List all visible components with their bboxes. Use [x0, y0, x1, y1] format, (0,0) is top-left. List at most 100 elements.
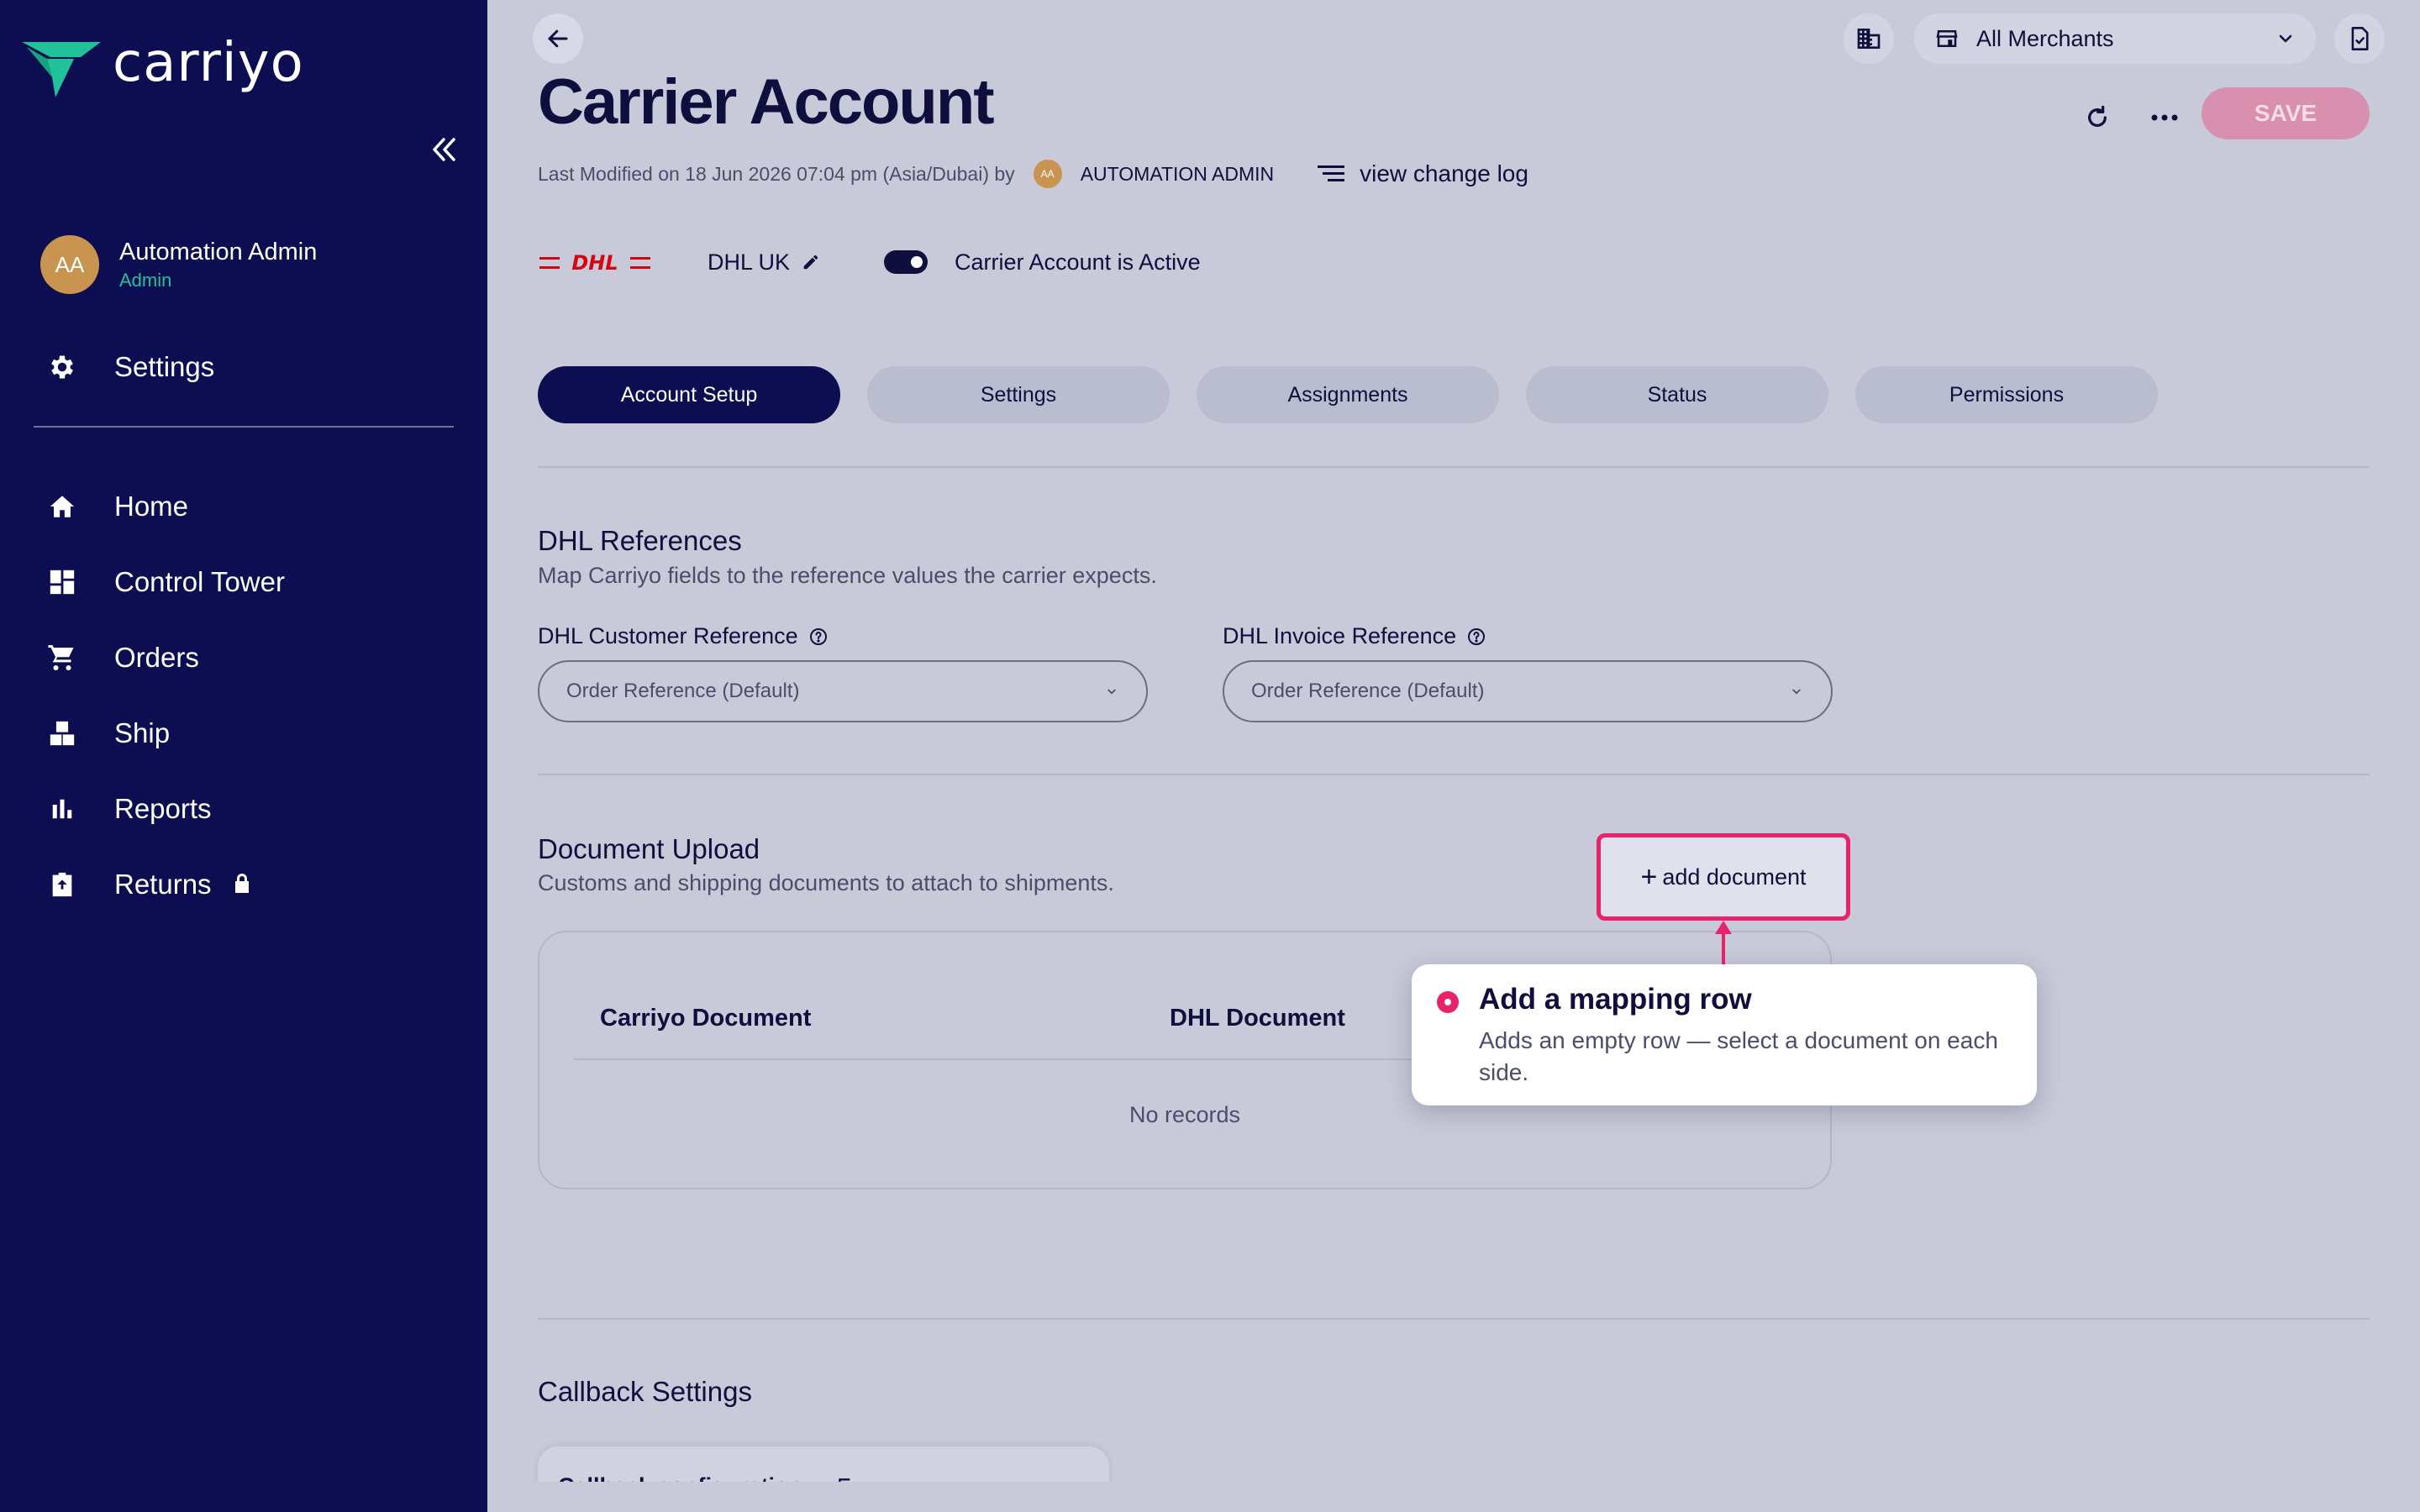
sidebar-item-home[interactable]: Home	[47, 469, 285, 544]
avatar: AA	[40, 235, 99, 294]
back-button[interactable]	[533, 13, 583, 64]
sidebar-item-reports[interactable]: Reports	[47, 771, 285, 847]
tab-assignments[interactable]: Assignments	[1197, 366, 1499, 423]
page-title: Carrier Account	[538, 66, 995, 138]
sidebar-item-label: Returns	[114, 869, 212, 900]
sidebar-nav: Home Control Tower Orders Ship Reports R…	[47, 469, 285, 922]
viewport-bottom-edge	[487, 1482, 2420, 1512]
customer-reference-select[interactable]: Order Reference (Default)	[538, 660, 1148, 722]
section-divider	[538, 466, 2370, 468]
document-check-icon	[2351, 27, 2369, 50]
collapse-sidebar-button[interactable]	[427, 133, 460, 166]
sidebar-item-settings[interactable]: Settings	[47, 351, 214, 383]
sidebar-divider	[34, 426, 454, 428]
sidebar-item-ship[interactable]: Ship	[47, 696, 285, 771]
building-icon	[1857, 29, 1881, 49]
sidebar-item-orders[interactable]: Orders	[47, 620, 285, 696]
guide-tooltip: Add a mapping row Adds an empty row — se…	[1412, 964, 2037, 1105]
invoice-reference-value: Order Reference (Default)	[1251, 680, 1485, 702]
documents-title: Document Upload	[538, 833, 760, 864]
return-box-icon	[47, 869, 77, 900]
last-modified-info: Last Modified on 18 Jun 2026 07:04 pm (A…	[538, 160, 1528, 188]
callback-title: Callback Settings	[538, 1376, 752, 1407]
home-icon	[47, 491, 77, 522]
carrier-name: DHL UK	[708, 249, 791, 275]
tooltip-pointer-line	[1722, 926, 1725, 964]
view-change-log-label: view change log	[1360, 160, 1528, 186]
lock-icon	[232, 872, 252, 898]
sidebar-item-control-tower[interactable]: Control Tower	[47, 544, 285, 620]
view-change-log-link[interactable]: view change log	[1318, 160, 1528, 187]
invoice-reference-label: DHL Invoice Reference	[1223, 623, 1486, 649]
column-header-carriyo-document: Carriyo Document	[600, 1005, 812, 1032]
dhl-logo: DHL	[539, 251, 650, 275]
refresh-icon	[2088, 105, 2107, 127]
add-document-label: add document	[1662, 864, 1807, 890]
sidebar-item-label: Orders	[114, 642, 199, 673]
user-name: Automation Admin	[119, 238, 318, 265]
customer-reference-label: DHL Customer Reference	[538, 623, 829, 649]
modified-by-user: AUTOMATION ADMIN	[1080, 162, 1275, 185]
tab-account-setup[interactable]: Account Setup	[538, 366, 840, 423]
pencil-icon	[803, 255, 818, 270]
carrier-active-toggle[interactable]	[884, 250, 929, 274]
invoice-reference-label-text: DHL Invoice Reference	[1223, 623, 1457, 648]
section-divider	[538, 774, 2370, 775]
sidebar-item-label: Reports	[114, 793, 212, 824]
edit-carrier-name-button[interactable]	[802, 253, 820, 271]
last-modified-text: Last Modified on 18 Jun 2026 07:04 pm (A…	[538, 162, 1015, 185]
section-divider	[538, 1318, 2370, 1320]
arrow-left-icon	[548, 29, 568, 48]
tooltip-title: Add a mapping row	[1479, 983, 1752, 1016]
list-icon	[1318, 165, 1345, 181]
sidebar-item-label: Ship	[114, 717, 171, 748]
store-icon	[1936, 30, 1958, 47]
user-profile[interactable]: AA Automation Admin Admin	[40, 235, 317, 294]
tab-status[interactable]: Status	[1526, 366, 1828, 423]
tooltip-marker-icon	[1437, 991, 1459, 1013]
help-icon[interactable]	[1466, 627, 1486, 647]
boxes-icon	[47, 718, 77, 748]
carrier-active-label: Carrier Account is Active	[955, 249, 1201, 275]
main-content: All Merchants Carrier Account SAVE Last …	[487, 0, 2420, 1512]
sidebar-item-label: Settings	[114, 351, 215, 382]
customer-reference-value: Order Reference (Default)	[566, 680, 800, 702]
tab-settings[interactable]: Settings	[867, 366, 1170, 423]
sidebar-item-label: Home	[114, 491, 189, 522]
tab-bar: Account Setup Settings Assignments Statu…	[538, 366, 2185, 423]
column-header-dhl-document: DHL Document	[1170, 1005, 1345, 1032]
merchant-select-value: All Merchants	[1976, 25, 2114, 51]
brand-name: carriyo	[113, 32, 304, 94]
documents-subtitle: Customs and shipping documents to attach…	[538, 870, 1114, 895]
organization-button[interactable]	[1844, 13, 1894, 64]
references-subtitle: Map Carriyo fields to the reference valu…	[538, 563, 1157, 588]
modified-by-avatar: AA	[1033, 160, 1062, 188]
double-chevron-left-icon	[433, 138, 455, 161]
sidebar: carriyo AA Automation Admin Admin Settin…	[0, 0, 487, 1512]
user-role: Admin	[119, 269, 172, 291]
sidebar-item-returns[interactable]: Returns	[47, 847, 285, 922]
tab-permissions[interactable]: Permissions	[1855, 366, 2158, 423]
refresh-button[interactable]	[2081, 101, 2114, 134]
plus-icon: +	[1640, 860, 1658, 893]
gear-icon	[47, 352, 77, 382]
invoice-reference-select[interactable]: Order Reference (Default)	[1223, 660, 1833, 722]
document-check-button[interactable]	[2334, 13, 2385, 64]
carriyo-logo[interactable]: carriyo	[22, 32, 304, 97]
customer-reference-label-text: DHL Customer Reference	[538, 623, 798, 648]
bar-chart-icon	[47, 794, 77, 824]
help-icon[interactable]	[808, 627, 829, 647]
add-document-button[interactable]: + add document	[1597, 833, 1850, 921]
merchant-select[interactable]: All Merchants	[1914, 13, 2316, 64]
more-horizontal-icon	[2151, 114, 2178, 121]
carriyo-logo-mark	[22, 42, 101, 97]
save-button[interactable]: SAVE	[2202, 87, 2370, 139]
chevron-down-icon	[1107, 689, 1116, 695]
empty-state: No records	[1128, 1102, 1241, 1127]
references-title: DHL References	[538, 525, 742, 556]
chevron-down-icon	[2279, 34, 2292, 43]
carrier-header: DHL DHL UK Carrier Account is Active	[539, 249, 1201, 276]
more-options-button[interactable]	[2144, 101, 2185, 134]
tooltip-body: Adds an empty row — select a document on…	[1479, 1027, 1998, 1085]
cart-icon	[47, 643, 77, 673]
